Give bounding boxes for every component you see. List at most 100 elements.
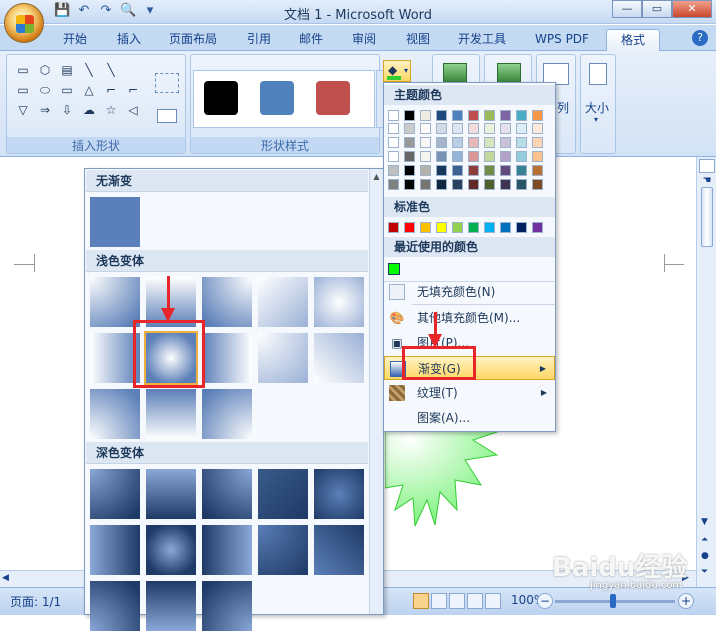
gradient-tile[interactable] (90, 525, 140, 575)
gradient-tile[interactable] (90, 581, 140, 631)
shape-item[interactable]: △ (79, 81, 99, 99)
gradient-tile[interactable] (146, 389, 196, 439)
theme-color-cell[interactable] (436, 151, 447, 162)
recent-color-cell[interactable] (388, 263, 400, 275)
theme-color-cell[interactable] (484, 165, 495, 176)
size-icon[interactable] (589, 63, 607, 85)
theme-color-cell[interactable] (484, 110, 495, 121)
standard-color-cell[interactable] (388, 222, 399, 233)
standard-color-cell[interactable] (532, 222, 543, 233)
theme-color-cell[interactable] (532, 137, 543, 148)
outline-icon[interactable] (467, 593, 483, 609)
shape-item[interactable]: ⬡ (35, 61, 55, 79)
tab-review[interactable]: 审阅 (341, 29, 387, 51)
theme-color-cell[interactable] (436, 110, 447, 121)
gradient-tile[interactable] (258, 525, 308, 575)
fill-bucket-button[interactable]: ◆ ▾ (383, 60, 411, 82)
theme-color-cell[interactable] (516, 137, 527, 148)
office-button[interactable] (4, 3, 44, 43)
pattern-item[interactable]: 图案(A)... (384, 406, 555, 430)
tab-references[interactable]: 引用 (236, 29, 282, 51)
theme-color-cell[interactable] (404, 179, 415, 190)
theme-color-cell[interactable] (500, 137, 511, 148)
theme-color-cell[interactable] (500, 151, 511, 162)
scroll-left-icon[interactable]: ◀ (2, 573, 9, 583)
gradient-tile[interactable] (146, 525, 196, 575)
theme-color-cell[interactable] (500, 110, 511, 121)
no-gradient-tile[interactable] (90, 197, 140, 247)
theme-color-cell[interactable] (436, 179, 447, 190)
select-browse-icon[interactable]: ● (701, 551, 709, 561)
tab-wps-pdf[interactable]: WPS PDF (524, 29, 600, 51)
theme-color-cell[interactable] (468, 165, 479, 176)
theme-color-cell[interactable] (516, 151, 527, 162)
theme-color-cell[interactable] (532, 179, 543, 190)
shape-item[interactable]: ▭ (13, 81, 33, 99)
shape-item[interactable]: ◁ (123, 101, 143, 119)
gradient-tile[interactable] (146, 581, 196, 631)
theme-color-cell[interactable] (532, 110, 543, 121)
standard-color-cell[interactable] (468, 222, 479, 233)
starburst-shape[interactable] (385, 430, 505, 570)
web-layout-icon[interactable] (449, 593, 465, 609)
theme-color-cell[interactable] (484, 123, 495, 134)
theme-color-cell[interactable] (516, 110, 527, 121)
theme-color-cell[interactable] (468, 179, 479, 190)
theme-color-cell[interactable] (484, 137, 495, 148)
close-button[interactable]: ✕ (672, 0, 712, 18)
prev-page-icon[interactable]: ⏶ (701, 535, 708, 545)
style-swatch-blue[interactable] (260, 81, 294, 115)
theme-color-cell[interactable] (404, 123, 415, 134)
theme-color-cell[interactable] (468, 110, 479, 121)
gradient-tile[interactable] (258, 277, 308, 327)
style-swatch-black[interactable] (204, 81, 238, 115)
shape-item[interactable]: ⌐ (101, 81, 121, 99)
shape-item[interactable]: ⇩ (57, 101, 77, 119)
theme-color-cell[interactable] (468, 137, 479, 148)
next-page-icon[interactable]: ⏷ (701, 567, 708, 577)
theme-color-cell[interactable] (420, 110, 431, 121)
scroll-down-icon[interactable]: ▼ (701, 517, 708, 527)
gradient-tile[interactable] (202, 389, 252, 439)
standard-color-cell[interactable] (484, 222, 495, 233)
tab-developer[interactable]: 开发工具 (449, 29, 515, 51)
shape-item[interactable]: ▤ (57, 61, 77, 79)
standard-color-cell[interactable] (500, 222, 511, 233)
shape-item[interactable]: ▭ (13, 61, 33, 79)
gradient-tile[interactable] (146, 469, 196, 519)
size-label[interactable]: 大小 (585, 99, 609, 116)
shape-item[interactable]: ☁ (79, 101, 99, 119)
text-box-icon[interactable] (157, 109, 177, 123)
gradient-tile[interactable] (258, 333, 308, 383)
theme-color-cell[interactable] (452, 123, 463, 134)
theme-color-cell[interactable] (516, 165, 527, 176)
gradient-tile[interactable] (90, 389, 140, 439)
texture-item[interactable]: 纹理(T) ▶ (384, 381, 555, 405)
gallery-scrollbar[interactable]: ▲ (369, 169, 383, 614)
shape-item[interactable] (123, 61, 143, 79)
theme-color-cell[interactable] (452, 151, 463, 162)
tab-home[interactable]: 开始 (52, 29, 98, 51)
gradient-tile[interactable] (202, 581, 252, 631)
theme-color-cell[interactable] (532, 123, 543, 134)
standard-color-cell[interactable] (404, 222, 415, 233)
shape-item[interactable]: ▭ (57, 81, 77, 99)
theme-color-cell[interactable] (388, 123, 399, 134)
gradient-tile[interactable] (202, 277, 252, 327)
minimize-button[interactable]: — (612, 0, 642, 18)
theme-color-cell[interactable] (404, 110, 415, 121)
shape-item[interactable]: ▽ (13, 101, 33, 119)
zoom-in-icon[interactable]: + (678, 593, 694, 609)
theme-color-cell[interactable] (404, 137, 415, 148)
print-layout-icon[interactable] (413, 593, 429, 609)
gradient-tile[interactable] (314, 277, 364, 327)
theme-color-cell[interactable] (500, 165, 511, 176)
shape-item[interactable]: ╲ (101, 61, 121, 79)
more-colors-item[interactable]: 🎨 其他填充颜色(M)... (384, 306, 555, 330)
theme-color-cell[interactable] (420, 179, 431, 190)
scroll-thumb[interactable] (701, 187, 713, 247)
theme-color-cell[interactable] (388, 137, 399, 148)
zoom-out-icon[interactable]: − (537, 593, 553, 609)
no-fill-item[interactable]: 无填充颜色(N) (384, 280, 555, 304)
theme-color-cell[interactable] (484, 179, 495, 190)
